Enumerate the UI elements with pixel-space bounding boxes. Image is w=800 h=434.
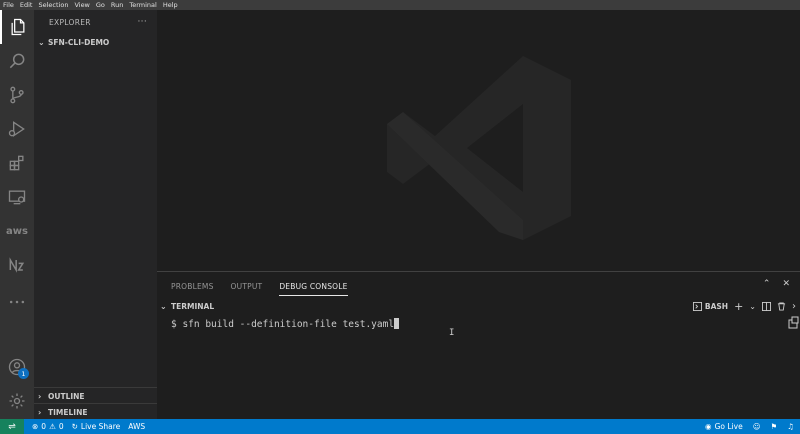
explorer-title: EXPLORER <box>49 17 91 27</box>
split-terminal-icon[interactable] <box>762 301 771 311</box>
go-live-status[interactable]: ◉ Go Live <box>705 422 743 431</box>
chevron-right-icon[interactable]: › <box>792 301 796 312</box>
search-icon[interactable] <box>0 44 34 78</box>
aws-icon[interactable]: aws <box>0 214 34 248</box>
explorer-sidebar: EXPLORER ··· ⌄ SFN-CLI-DEMO › OUTLINE › … <box>34 10 157 419</box>
status-bar: ⇌ ⊗ 0 ⚠ 0 ↻ Live Share AWS ◉ Go Live ☺ ⚑… <box>0 419 800 434</box>
terminal-cursor <box>394 318 400 329</box>
menu-selection[interactable]: Selection <box>38 0 68 10</box>
accounts-icon[interactable]: 1 <box>0 350 34 384</box>
folder-name: SFN-CLI-DEMO <box>48 37 110 47</box>
aws-label: aws <box>6 225 28 237</box>
close-panel-icon[interactable]: ✕ <box>782 279 790 289</box>
notifications-bell-icon[interactable]: ♫ <box>787 422 794 431</box>
panel-controls: ⌃ ✕ <box>763 279 790 289</box>
menu-go[interactable]: Go <box>96 0 105 10</box>
chevron-down-icon: ⌄ <box>38 37 45 47</box>
error-count: 0 <box>41 422 47 431</box>
editor-area[interactable] <box>157 10 800 271</box>
run-debug-icon[interactable] <box>0 112 34 146</box>
broadcast-icon: ◉ <box>705 422 712 431</box>
nx-console-icon[interactable] <box>0 248 34 282</box>
problems-status[interactable]: ⊗ 0 ⚠ 0 <box>32 422 64 431</box>
settings-gear-icon[interactable] <box>0 384 34 418</box>
tab-output[interactable]: OUTPUT <box>231 277 263 295</box>
timeline-section-wrap: › TIMELINE <box>34 403 157 420</box>
shell-name: BASH <box>704 301 729 311</box>
timeline-section[interactable]: › TIMELINE <box>34 404 157 420</box>
error-icon: ⊗ <box>32 422 39 431</box>
maximize-panel-icon[interactable]: ⌃ <box>763 279 771 289</box>
trash-icon[interactable] <box>777 301 786 311</box>
menu-view[interactable]: View <box>74 0 89 10</box>
timeline-label: TIMELINE <box>48 407 88 417</box>
chevron-right-icon: › <box>38 391 42 401</box>
outline-label: OUTLINE <box>48 391 85 401</box>
live-share-label: Live Share <box>80 422 121 431</box>
chevron-right-icon: › <box>38 407 42 417</box>
remote-explorer-icon[interactable] <box>0 180 34 214</box>
aws-status[interactable]: AWS <box>128 422 145 431</box>
extensions-icon[interactable] <box>0 146 34 180</box>
tab-debug-console[interactable]: DEBUG CONSOLE <box>279 277 348 296</box>
menu-run[interactable]: Run <box>111 0 123 10</box>
terminal-toolbar: BASH + ⌄ › <box>692 299 796 313</box>
terminal-shell-selector[interactable]: BASH <box>692 301 729 311</box>
menu-terminal[interactable]: Terminal <box>129 0 156 10</box>
terminal-title: TERMINAL <box>171 301 215 311</box>
menu-file[interactable]: File <box>3 0 14 10</box>
menu-help[interactable]: Help <box>163 0 178 10</box>
folder-section[interactable]: ⌄ SFN-CLI-DEMO <box>34 34 157 50</box>
explorer-header: EXPLORER ··· <box>34 10 157 34</box>
live-share-status[interactable]: ↻ Live Share <box>72 422 121 431</box>
chevron-down-icon[interactable]: ⌄ <box>749 302 756 311</box>
status-right: ◉ Go Live ☺ ⚑ ♫ <box>697 419 794 434</box>
terminal-command: $ sfn build --definition-file test.yaml <box>171 319 395 330</box>
more-actions-icon[interactable]: ··· <box>138 17 147 27</box>
activity-bar: aws 1 <box>0 10 34 419</box>
source-control-icon[interactable] <box>0 78 34 112</box>
copilot-icon[interactable]: ☺ <box>753 422 761 431</box>
bottom-panel: PROBLEMS OUTPUT DEBUG CONSOLE ⌃ ✕ ⌄ TERM… <box>157 271 800 419</box>
explorer-icon[interactable] <box>0 10 34 44</box>
terminal-icon <box>692 301 702 311</box>
more-icon[interactable] <box>0 285 34 319</box>
terminal-overview-icon[interactable] <box>786 315 800 329</box>
menu-bar: File Edit Selection View Go Run Terminal… <box>0 0 800 10</box>
vscode-logo-watermark-icon <box>387 56 571 240</box>
terminal-command-line[interactable]: $ sfn build --definition-file test.yaml <box>171 318 400 330</box>
remote-indicator-icon[interactable]: ⇌ <box>0 419 24 434</box>
tab-problems[interactable]: PROBLEMS <box>171 277 214 295</box>
menu-edit[interactable]: Edit <box>20 0 33 10</box>
go-live-label: Go Live <box>714 422 743 431</box>
outline-section-wrap: › OUTLINE <box>34 387 157 404</box>
feedback-icon[interactable]: ⚑ <box>771 422 778 431</box>
accounts-badge: 1 <box>18 368 29 379</box>
aws-status-label: AWS <box>128 422 146 431</box>
outline-section[interactable]: › OUTLINE <box>34 388 157 404</box>
warning-count: 0 <box>58 422 64 431</box>
warning-icon: ⚠ <box>49 422 56 431</box>
panel-tabs: PROBLEMS OUTPUT DEBUG CONSOLE <box>157 272 800 300</box>
mouse-ibeam-cursor-icon: I <box>449 328 455 338</box>
live-share-icon: ↻ <box>71 422 78 431</box>
chevron-down-icon: ⌄ <box>160 301 167 311</box>
new-terminal-plus-icon[interactable]: + <box>734 300 743 313</box>
